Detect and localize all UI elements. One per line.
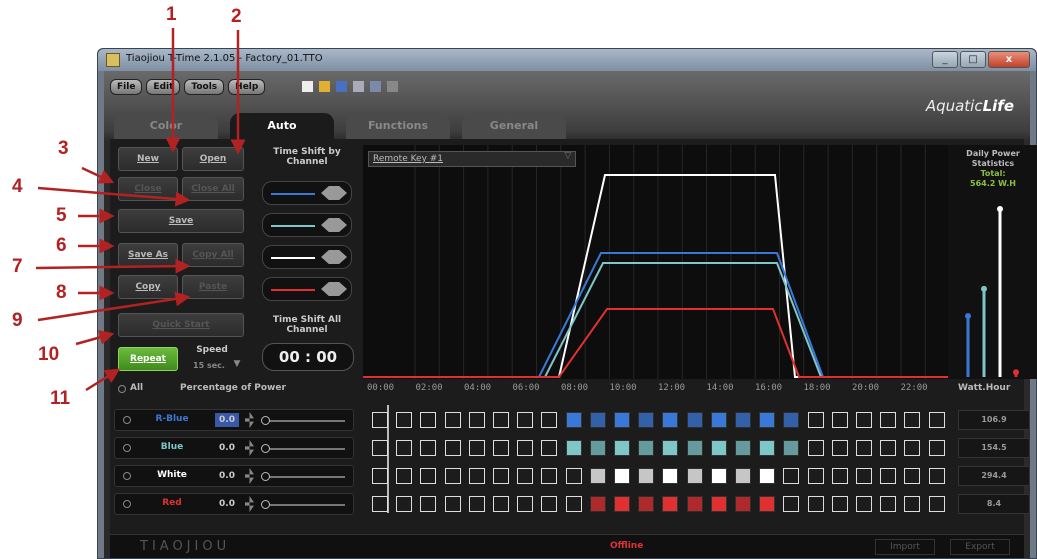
annotation-10: 10 [38, 344, 60, 365]
annotation-7: 7 [12, 256, 23, 277]
annotation-6: 6 [56, 235, 67, 256]
annotation-2: 2 [231, 6, 242, 27]
screenshot-stage: Tiaojiou T-Time 2.1.05 - Factory_01.TTO … [0, 0, 1037, 559]
annotation-8: 8 [56, 282, 67, 303]
annotation-9: 9 [12, 310, 23, 331]
annotation-11: 11 [50, 388, 71, 409]
annotation-arrows [35, 28, 246, 392]
annotation-5: 5 [56, 205, 67, 226]
annotation-1: 1 [166, 4, 177, 25]
annotation-4: 4 [12, 176, 23, 197]
annotation-3: 3 [58, 138, 69, 159]
